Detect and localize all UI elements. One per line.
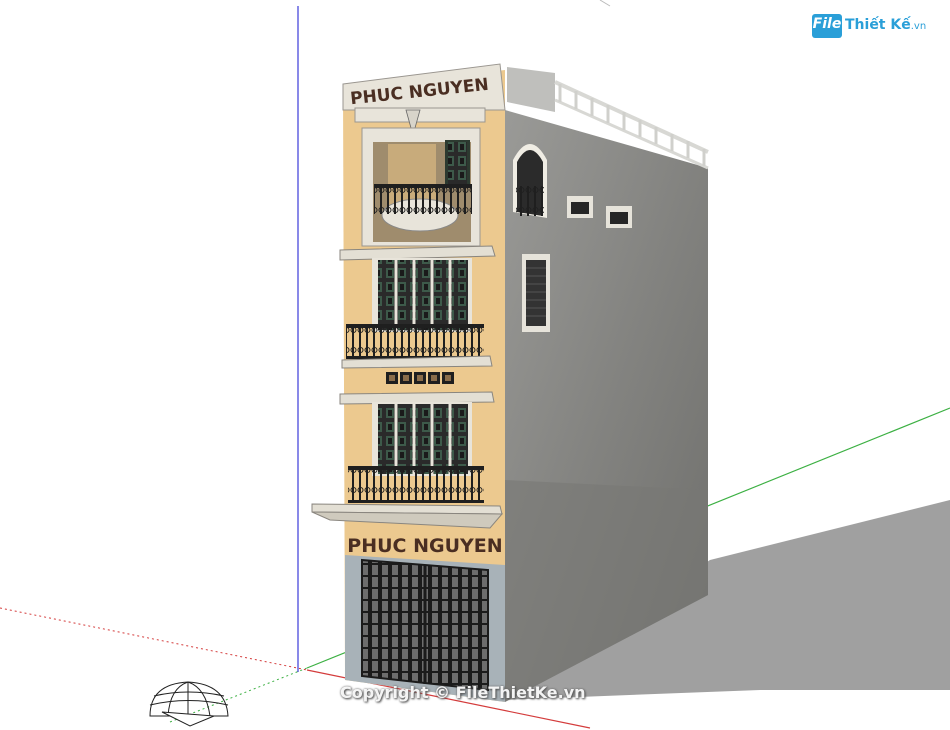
logo-box-text: File [812, 16, 842, 32]
copyright-watermark: Copyright © FileThietKe.vn [340, 683, 586, 702]
sketchup-origin-dome-icon [149, 681, 229, 727]
front-facade [311, 63, 506, 702]
red-axis-dashed [0, 607, 308, 671]
logo-text: Thiết Kế.vn [845, 17, 926, 33]
logo-name: Thiết Kế [845, 17, 911, 33]
brand-logo: File Thiết Kế.vn [812, 14, 932, 42]
shop-sign-text: PHUC NGUYEN [347, 535, 502, 557]
logo-tld: .vn [910, 21, 927, 32]
sketchup-viewport[interactable]: PHUC NGUYEN PHUC NGUYEN File Thiết Kế.vn… [0, 0, 950, 730]
blue-axis-top [599, 0, 611, 7]
model-scene: PHUC NGUYEN PHUC NGUYEN [0, 0, 950, 729]
side-wall [505, 67, 709, 702]
